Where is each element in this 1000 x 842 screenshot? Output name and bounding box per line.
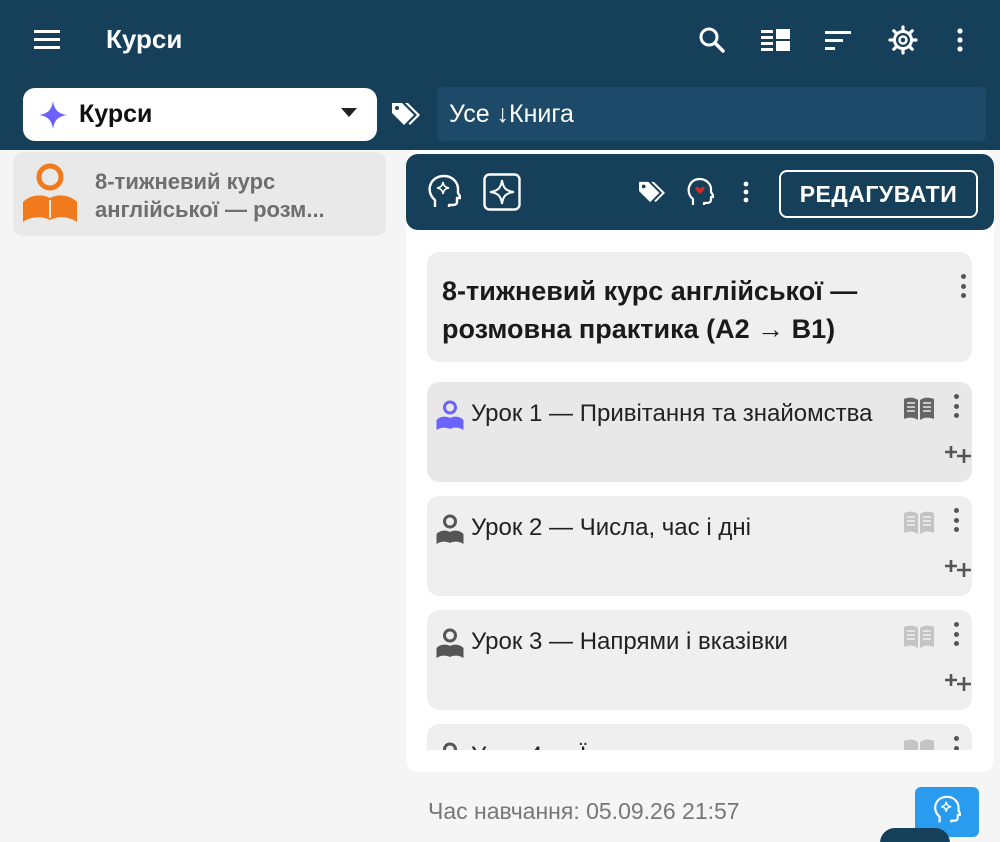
more-vert-icon[interactable] — [950, 736, 962, 750]
lesson-title: Урок 4 — Ї... — [471, 740, 891, 750]
detail-toolbar: РЕДАГУВАТИ — [406, 154, 994, 230]
view-list-icon[interactable] — [756, 20, 796, 60]
menu-icon[interactable] — [28, 22, 68, 58]
lesson-item[interactable]: Урок 2 — Числа, час і дні — [427, 496, 972, 596]
tags-icon[interactable] — [632, 172, 672, 212]
course-title: 8-тижневий курс англійської — розм... — [95, 169, 325, 222]
book-icon[interactable] — [902, 510, 936, 538]
more-vert-icon[interactable] — [726, 172, 766, 212]
collection-selector[interactable]: Курси — [23, 88, 377, 141]
course-full-title: 8-тижневий курс англійської — розмовна п… — [442, 276, 858, 344]
app-bar: Курси Курси Усе ↓Книга — [0, 0, 1000, 150]
book-icon[interactable] — [902, 624, 936, 652]
bottom-handle[interactable] — [880, 828, 950, 842]
app-title: Курси — [106, 24, 183, 54]
sort-icon[interactable] — [819, 20, 859, 60]
more-vert-icon[interactable] — [940, 20, 980, 60]
settings-icon[interactable] — [883, 20, 923, 60]
list-item[interactable]: 8-тижневий курс англійської — розм... — [13, 152, 386, 236]
add-icon[interactable] — [944, 444, 972, 464]
lesson-item[interactable]: Урок 3 — Напрями і вказівки — [427, 610, 972, 710]
course-list: 8-тижневий курс англійської — розм... — [0, 150, 400, 842]
head-heart-icon[interactable] — [680, 172, 720, 212]
selector-label: Курси — [79, 100, 153, 128]
more-vert-icon[interactable] — [957, 274, 969, 298]
reader-icon — [435, 514, 465, 546]
course-detail: РЕДАГУВАТИ 8-тижневий курс англійської —… — [406, 150, 994, 772]
filter-text: Усе ↓Книга — [449, 99, 574, 128]
edit-button[interactable]: РЕДАГУВАТИ — [779, 170, 978, 218]
chevron-down-icon — [341, 108, 357, 117]
more-vert-icon[interactable] — [950, 394, 962, 418]
more-vert-icon[interactable] — [950, 622, 962, 646]
course-header-card: 8-тижневий курс англійської — розмовна п… — [427, 252, 972, 362]
sparkle-icon — [37, 99, 69, 131]
book-icon[interactable] — [902, 738, 936, 750]
filter-bar[interactable]: Усе ↓Книга — [437, 87, 986, 141]
add-icon[interactable] — [944, 672, 972, 692]
lesson-title: Урок 2 — Числа, час і дні — [471, 514, 751, 541]
ai-head-icon[interactable] — [424, 172, 464, 212]
reader-icon — [435, 400, 465, 432]
add-icon[interactable] — [944, 558, 972, 578]
book-icon[interactable] — [902, 396, 936, 424]
reader-icon — [435, 742, 465, 750]
ai-head-icon — [933, 795, 963, 830]
search-icon[interactable] — [692, 20, 732, 60]
sparkle-icon[interactable] — [482, 172, 522, 212]
lesson-item[interactable]: Урок 1 — Привітання та знайомства — [427, 382, 972, 482]
reader-icon — [21, 162, 79, 226]
tags-icon[interactable] — [389, 98, 423, 130]
lesson-item[interactable]: Урок 4 — Ї... — [427, 724, 972, 750]
lesson-list[interactable]: 8-тижневий курс англійської — розмовна п… — [406, 240, 994, 750]
lesson-title: Урок 3 — Напрями і вказівки — [471, 628, 788, 655]
reader-icon — [435, 628, 465, 660]
study-time: Час навчання: 05.09.26 21:57 — [428, 798, 740, 824]
lesson-title: Урок 1 — Привітання та знайомства — [471, 400, 873, 427]
more-vert-icon[interactable] — [950, 508, 962, 532]
